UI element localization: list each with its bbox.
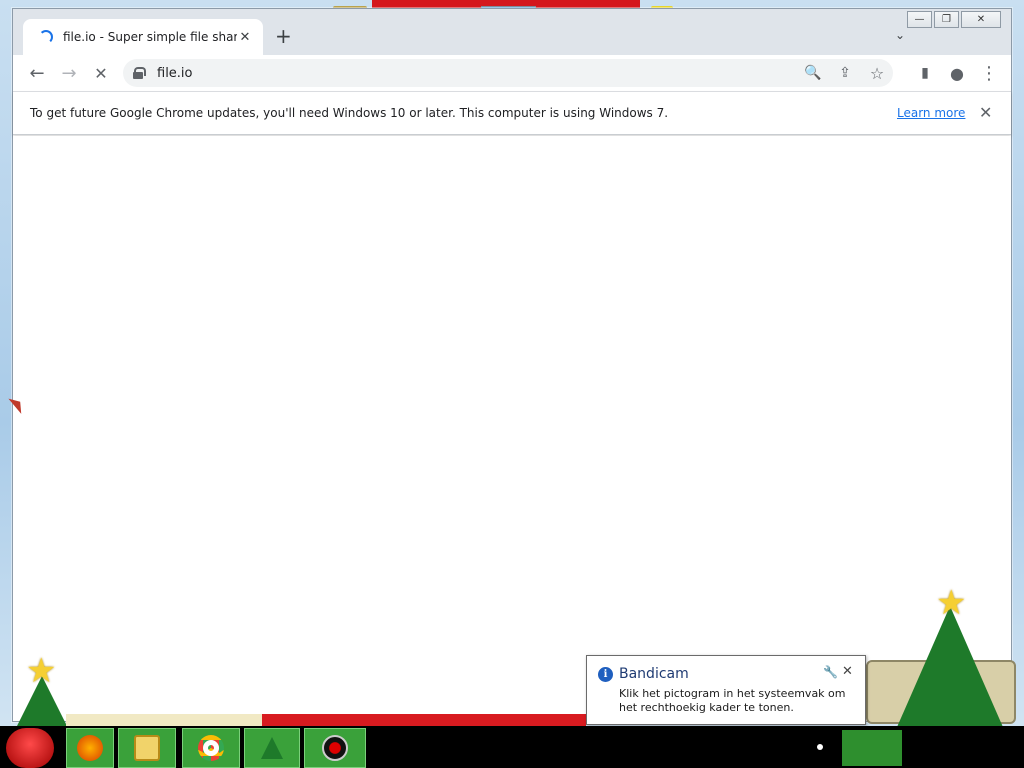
tray-indicator [817,744,823,750]
bandicam-icon [322,735,348,761]
desktop-strip [262,714,586,726]
close-tab-icon[interactable]: ✕ [237,30,253,45]
taskbar-tree-app[interactable] [244,728,300,768]
zoom-icon[interactable]: 🔍 [797,65,829,81]
star-icon: ★ [26,651,57,691]
menu-icon[interactable]: ⋮ [977,61,1001,85]
notification-title: Bandicam [619,666,689,682]
notification-body: Klik het pictogram in het systeemvak om … [619,687,846,714]
profile-icon[interactable]: ● [945,61,969,85]
tab-file-io[interactable]: file.io - Super simple file sharing ✕ [23,19,263,55]
page-content [13,136,1011,721]
tab-title: file.io - Super simple file sharing [63,30,237,44]
folder-icon [134,735,160,761]
title-bar: — ❐ ✕ file.io - Super simple file sharin… [13,9,1011,55]
system-tray[interactable] [842,730,902,766]
url-text[interactable]: file.io [157,66,193,81]
tree-app-icon [261,737,283,759]
omnibox-actions: 🔍 ⇪ ☆ [797,59,893,87]
tab-search-icon[interactable]: ⌄ [895,28,905,42]
forward-icon[interactable]: → [57,61,81,85]
lock-icon[interactable] [133,67,146,79]
chrome-window: — ❐ ✕ file.io - Super simple file sharin… [12,8,1012,722]
loading-spinner-icon [39,30,53,44]
back-icon[interactable]: ← [25,61,49,85]
update-infobar: To get future Google Chrome updates, you… [13,91,1011,135]
toolbar: ← → ✕ file.io 🔍 ⇪ ☆ ▮ ● ⋮ [13,55,1011,91]
address-bar[interactable]: file.io 🔍 ⇪ ☆ [123,59,893,87]
taskbar-chrome[interactable] [182,728,240,768]
wrench-icon[interactable]: 🔧 [823,665,838,679]
info-icon: i [598,667,613,682]
stop-loading-icon[interactable]: ✕ [89,61,113,85]
minimize-button[interactable]: — [907,11,932,28]
window-controls: — ❐ ✕ [907,11,1001,28]
star-icon: ★ [936,583,967,623]
taskbar-explorer[interactable] [118,728,176,768]
learn-more-link[interactable]: Learn more [897,106,965,120]
desktop-strip [66,714,262,726]
taskbar-bandicam[interactable] [304,728,366,768]
close-window-button[interactable]: ✕ [961,11,1001,28]
close-infobar-icon[interactable]: ✕ [979,103,992,122]
bandicam-notification[interactable]: i Bandicam 🔧 ✕ Klik het pictogram in het… [586,655,866,725]
infobar-message: To get future Google Chrome updates, you… [30,106,669,120]
chrome-icon [198,735,224,761]
share-icon[interactable]: ⇪ [829,65,861,81]
restore-button[interactable]: ❐ [934,11,959,28]
firefox-icon [77,735,103,761]
start-button[interactable] [6,728,54,768]
taskbar-firefox[interactable] [66,728,114,768]
bookmark-star-icon[interactable]: ☆ [861,64,893,83]
close-notification-icon[interactable]: ✕ [842,664,853,679]
side-panel-icon[interactable]: ▮ [913,61,937,85]
new-tab-button[interactable]: + [275,26,292,46]
